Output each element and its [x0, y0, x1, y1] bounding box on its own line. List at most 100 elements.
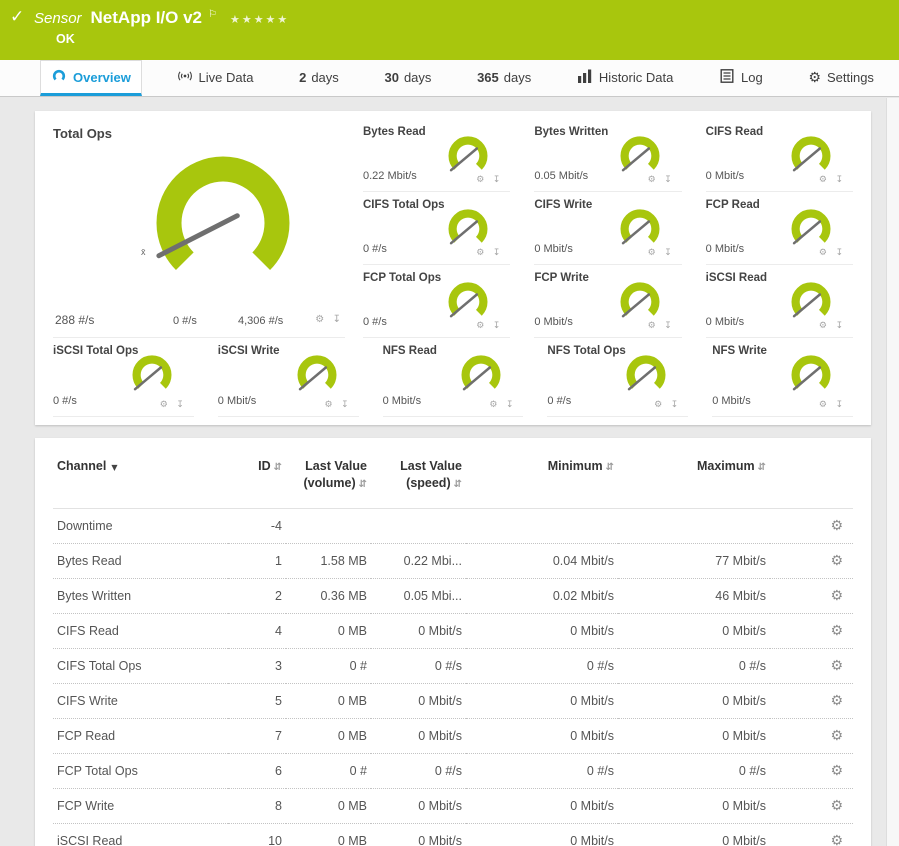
column-header-max[interactable]: Maximum⇵ — [618, 452, 770, 508]
table-row: Bytes Written 2 0.36 MB 0.05 Mbi... 0.02… — [53, 578, 853, 613]
cell-channel: Bytes Written — [53, 578, 228, 613]
tab-historic-data[interactable]: Historic Data — [566, 60, 684, 96]
sort-icon[interactable]: ⇵ — [274, 462, 282, 473]
gauge-settings-icon[interactable]: ⚙ — [648, 175, 656, 185]
gauge-pin-icon[interactable]: ↧ — [493, 248, 501, 258]
gauge-current-value: 288 #/s — [55, 313, 94, 327]
cell-minimum: 0 Mbit/s — [466, 718, 618, 753]
sort-icon[interactable]: ⇵ — [359, 479, 367, 490]
gauge-settings-icon[interactable]: ⚙ — [476, 175, 484, 185]
tab-settings[interactable]: ⚙ Settings — [797, 60, 885, 96]
column-header-vol[interactable]: Last Value (volume)⇵ — [286, 452, 371, 508]
sort-icon[interactable]: ⇵ — [758, 462, 766, 473]
tab-label: days — [311, 70, 338, 85]
channel-settings-icon[interactable]: ⚙ — [830, 588, 843, 604]
tab-overview[interactable]: Overview — [40, 60, 142, 96]
status-ok-check-icon: ✓ — [10, 7, 24, 27]
gauge-dial — [785, 347, 837, 399]
gauge-settings-icon[interactable]: ⚙ — [476, 321, 484, 331]
column-label: Minimum — [548, 459, 603, 473]
tab-label: Settings — [827, 70, 874, 85]
channel-settings-icon[interactable]: ⚙ — [830, 763, 843, 779]
channel-settings-icon[interactable]: ⚙ — [830, 553, 843, 569]
gauge-nfs-write: NFS Write 0 Mbit/s ⚙ ↧ — [712, 338, 853, 417]
cell-maximum: 0 #/s — [618, 753, 770, 788]
gauge-pin-icon[interactable]: ↧ — [835, 400, 843, 410]
priority-stars[interactable]: ★★★★★ — [230, 13, 289, 26]
gauge-dial — [620, 347, 672, 399]
gauge-settings-icon[interactable]: ⚙ — [648, 321, 656, 331]
gauge-pin-icon[interactable]: ↧ — [835, 321, 843, 331]
cell-last-value-volume: 0 # — [286, 648, 371, 683]
cell-channel: iSCSI Read — [53, 823, 228, 846]
total-ops-gauge-dial — [128, 143, 318, 293]
tab-label-strong: 30 — [384, 70, 398, 85]
sort-icon[interactable]: ⇵ — [454, 479, 462, 490]
gauge-settings-icon[interactable]: ⚙ — [819, 400, 827, 410]
cell-minimum: 0 #/s — [466, 648, 618, 683]
cell-channel: FCP Write — [53, 788, 228, 823]
sort-icon[interactable]: ⇵ — [606, 462, 614, 473]
gauge-value: 0 Mbit/s — [218, 395, 257, 407]
small-gauges-grid: Bytes Read 0.22 Mbit/s ⚙ ↧ Bytes Written… — [345, 119, 853, 338]
gauge-settings-icon[interactable]: ⚙ — [819, 248, 827, 258]
tab-live-data[interactable]: Live Data — [166, 60, 265, 96]
channel-settings-icon[interactable]: ⚙ — [830, 693, 843, 709]
gauge-pin-icon[interactable]: ↧ — [333, 314, 341, 325]
tab-label: days — [404, 70, 431, 85]
cell-channel: Downtime — [53, 508, 228, 543]
gauge-pin-icon[interactable]: ↧ — [664, 175, 672, 185]
gauge-pin-icon[interactable]: ↧ — [493, 321, 501, 331]
gauge-iscsi-total-ops: iSCSI Total Ops 0 #/s ⚙ ↧ — [53, 338, 194, 417]
gauge-pin-icon[interactable]: ↧ — [341, 400, 349, 410]
channel-settings-icon[interactable]: ⚙ — [830, 623, 843, 639]
tab-30-days[interactable]: 30 days — [373, 60, 442, 96]
channel-settings-icon[interactable]: ⚙ — [830, 728, 843, 744]
channel-settings-icon[interactable]: ⚙ — [830, 833, 843, 846]
gauge-settings-icon[interactable]: ⚙ — [819, 321, 827, 331]
channel-settings-icon[interactable]: ⚙ — [830, 658, 843, 674]
cell-maximum: 0 Mbit/s — [618, 683, 770, 718]
gauge-settings-icon[interactable]: ⚙ — [489, 400, 497, 410]
scrollbar-track[interactable] — [886, 98, 899, 846]
cell-minimum: 0 Mbit/s — [466, 683, 618, 718]
gauge-pin-icon[interactable]: ↧ — [664, 321, 672, 331]
gauge-settings-icon[interactable]: ⚙ — [476, 248, 484, 258]
gauge-settings-icon[interactable]: ⚙ — [819, 175, 827, 185]
gauge-pin-icon[interactable]: ↧ — [493, 175, 501, 185]
tab-icon-slot — [51, 69, 67, 86]
channels-table: Channel▼ID⇵Last Value (volume)⇵Last Valu… — [53, 452, 853, 846]
column-header-channel[interactable]: Channel▼ — [53, 452, 228, 508]
cell-maximum: 0 Mbit/s — [618, 718, 770, 753]
column-header-id[interactable]: ID⇵ — [228, 452, 286, 508]
cell-id: 5 — [228, 683, 286, 718]
gauge-settings-icon[interactable]: ⚙ — [654, 400, 662, 410]
flag-icon[interactable]: ⚐ — [208, 9, 217, 20]
cell-minimum: 0 #/s — [466, 753, 618, 788]
gauge-settings-icon[interactable]: ⚙ — [325, 400, 333, 410]
tab-2-days[interactable]: 2 days — [288, 60, 350, 96]
column-label: ID — [258, 459, 271, 473]
tab-365-days[interactable]: 365 days — [466, 60, 542, 96]
gauge-settings-icon[interactable]: ⚙ — [648, 248, 656, 258]
tab-log[interactable]: Log — [708, 60, 774, 96]
table-row: FCP Total Ops 6 0 # 0 #/s 0 #/s 0 #/s ⚙ — [53, 753, 853, 788]
live-icon — [177, 69, 193, 83]
gauge-pin-icon[interactable]: ↧ — [671, 400, 679, 410]
cell-channel: FCP Read — [53, 718, 228, 753]
gauge-pin-icon[interactable]: ↧ — [835, 175, 843, 185]
gauge-pin-icon[interactable]: ↧ — [835, 248, 843, 258]
channel-settings-icon[interactable]: ⚙ — [830, 798, 843, 814]
column-header-min[interactable]: Minimum⇵ — [466, 452, 618, 508]
gauges-panel: Total Ops x̄ 288 #/s 0 #/s 4,306 #/s ⚙ ↧… — [35, 111, 871, 425]
tab-bar: Overview Live Data 2 days 30 days 365 da… — [0, 60, 899, 97]
channel-settings-icon[interactable]: ⚙ — [830, 518, 843, 534]
gauge-settings-icon[interactable]: ⚙ — [315, 314, 324, 325]
gauge-pin-icon[interactable]: ↧ — [506, 400, 514, 410]
sort-dropdown-icon[interactable]: ▼ — [111, 463, 117, 472]
column-header-speed[interactable]: Last Value (speed)⇵ — [371, 452, 466, 508]
gauge-pin-icon[interactable]: ↧ — [664, 248, 672, 258]
tab-icon-slot — [719, 69, 735, 86]
gauge-settings-icon[interactable]: ⚙ — [160, 400, 168, 410]
gauge-pin-icon[interactable]: ↧ — [176, 400, 184, 410]
